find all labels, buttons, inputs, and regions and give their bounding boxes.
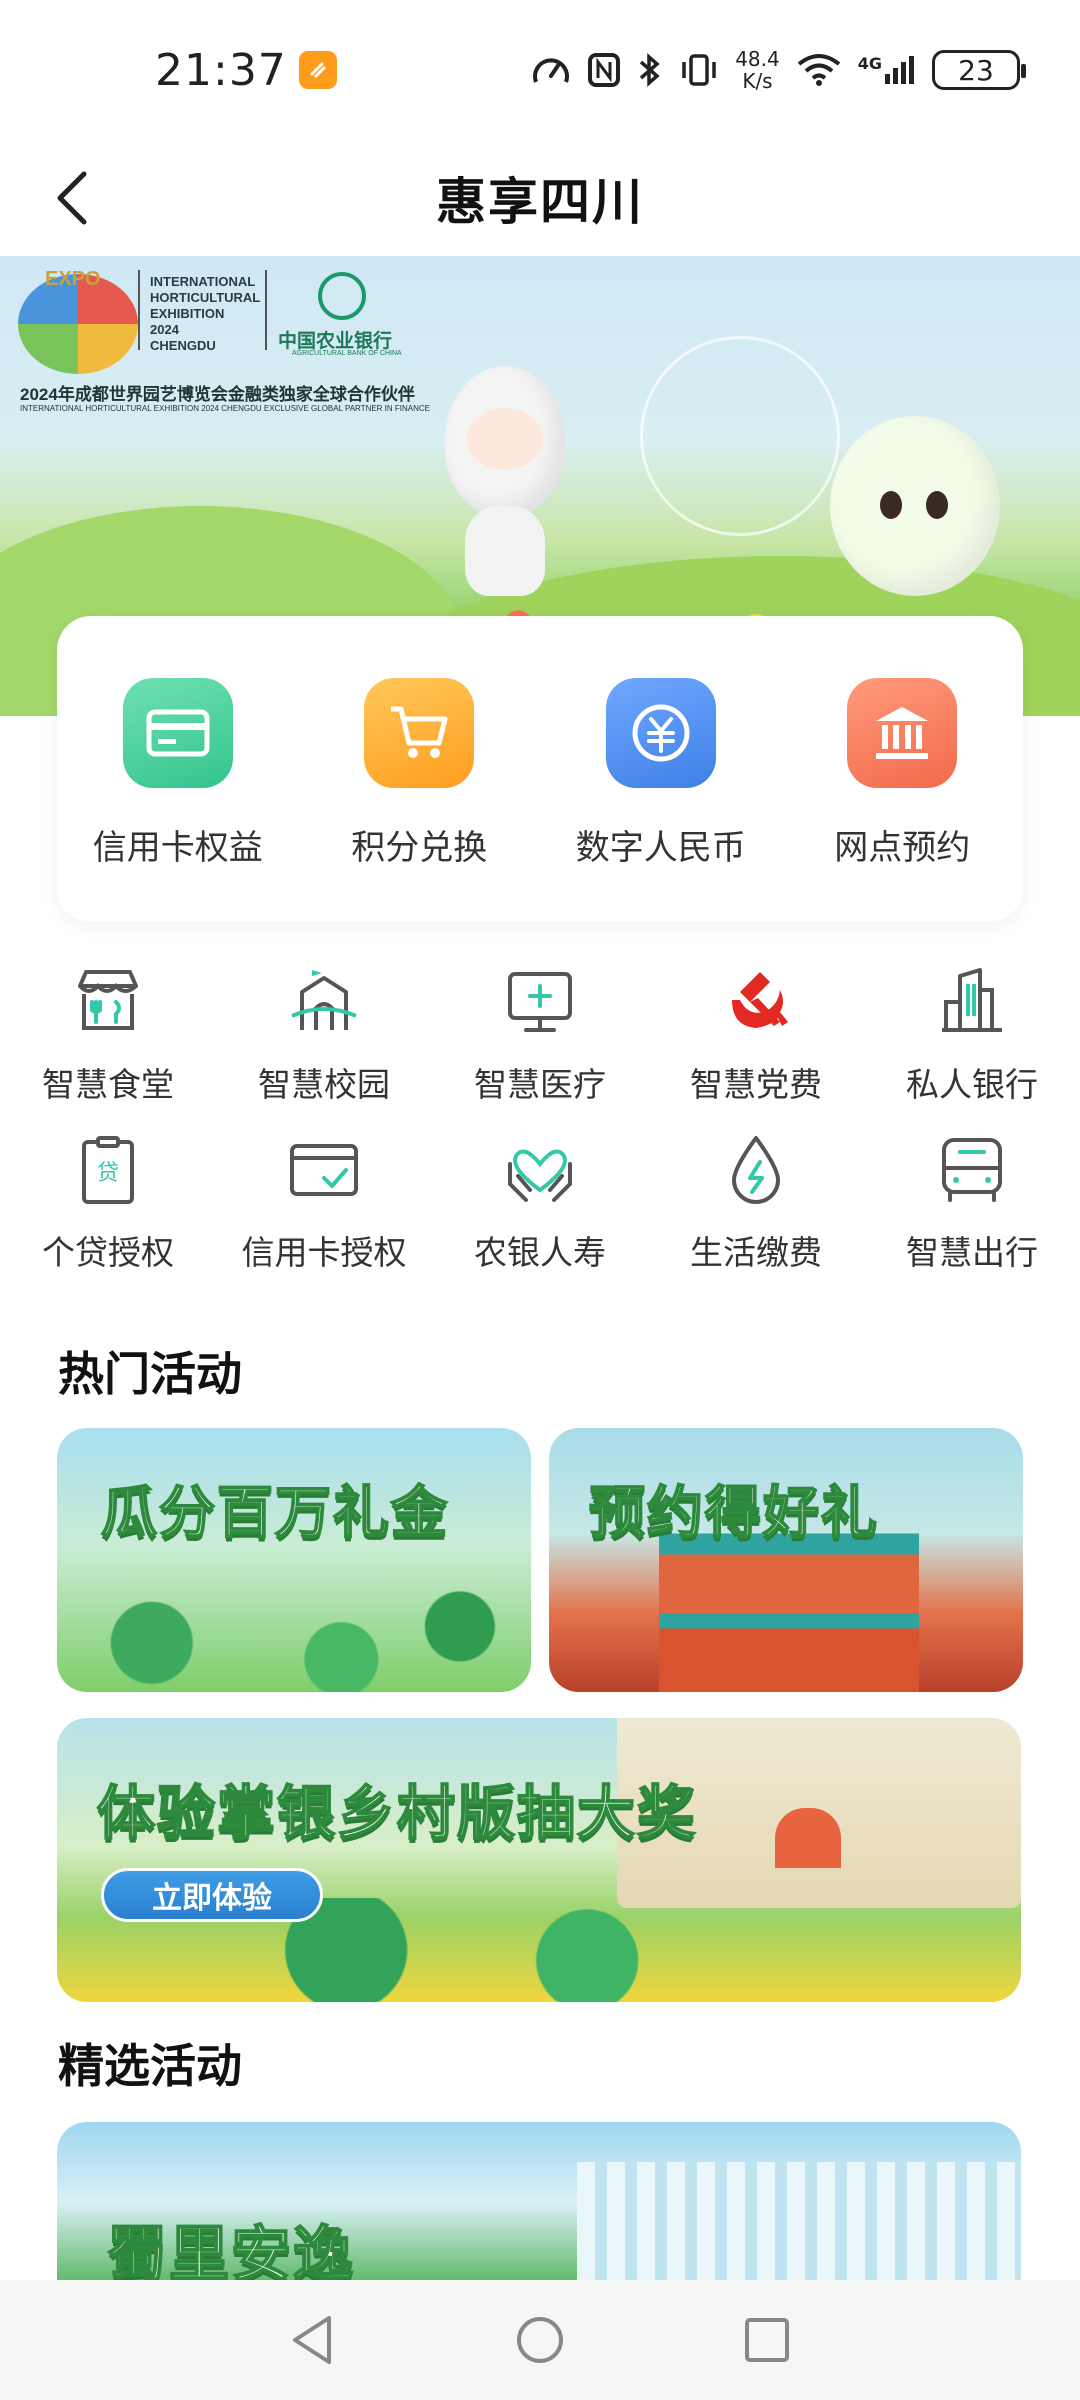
system-back-button[interactable] (283, 2310, 343, 2370)
activity-title: 预约得好礼 (588, 1480, 879, 1547)
battery-level: 23 (958, 53, 994, 87)
service-abc-life[interactable]: 农银人寿 (432, 1132, 648, 1300)
service-utility-payment[interactable]: 生活缴费 (648, 1132, 864, 1300)
featured-activities-title: 精选活动 (58, 2039, 242, 2093)
service-credit-card-auth[interactable]: 信用卡授权 (216, 1132, 432, 1300)
network-speed-unit: K/s (742, 69, 773, 93)
service-grid-row: 智慧食堂 智慧校园 智慧医疗 智慧党费 私人银行 (0, 964, 1080, 1132)
bank-name-en: AGRICULTURAL BANK OF CHINA (292, 350, 402, 357)
service-grid: 智慧食堂 智慧校园 智慧医疗 智慧党费 私人银行 贷 个贷授权 信用卡授权 农银… (0, 964, 1080, 1300)
service-label: 智慧医疗 (474, 1065, 606, 1104)
loan-document-icon: 贷 (70, 1132, 146, 1208)
system-navigation-bar (0, 2280, 1080, 2400)
status-bar: 21:37 48.4 K/s 4G 23 (0, 0, 1080, 140)
service-smart-travel[interactable]: 智慧出行 (864, 1132, 1080, 1300)
hot-activities-title: 热门活动 (58, 1347, 242, 1401)
divider (138, 270, 140, 350)
service-label: 生活缴费 (690, 1233, 822, 1272)
triangle-back-icon (293, 2316, 332, 2364)
activity-card-rural-lottery[interactable]: 体验掌银乡村版抽大奖 立即体验 (57, 1718, 1021, 2002)
quick-action-label: 数字人民币 (575, 828, 746, 868)
party-emblem-icon (718, 964, 794, 1040)
nfc-icon (588, 53, 621, 87)
service-label: 信用卡授权 (241, 1233, 407, 1272)
square-recents-icon (744, 2318, 789, 2362)
back-button[interactable] (40, 166, 104, 230)
cellular-signal: 4G (858, 54, 916, 86)
loan-badge-glyph: 贷 (97, 1161, 119, 1186)
circle-home-icon (516, 2317, 563, 2363)
medical-icon (502, 964, 578, 1040)
wifi-icon (797, 54, 840, 86)
digital-rmb-icon (605, 678, 716, 788)
service-label: 农银人寿 (474, 1233, 606, 1272)
service-smart-campus[interactable]: 智慧校园 (216, 964, 432, 1132)
expo-name: INTERNATIONAL HORTICULTURAL EXHIBITION 2… (150, 274, 261, 353)
campus-icon (286, 964, 362, 1040)
quick-action-label: 信用卡权益 (92, 828, 263, 868)
bank-name: 中国农业银行 (278, 331, 393, 352)
abc-bank-logo (318, 272, 366, 320)
credit-card-icon (122, 678, 233, 788)
card-auth-icon (286, 1132, 362, 1208)
nav-bar: 惠享四川 (0, 140, 1080, 256)
bank-building-icon (847, 678, 958, 788)
chevron-left-icon (57, 171, 87, 225)
quick-action-label: 网点预约 (834, 828, 971, 868)
service-private-bank[interactable]: 私人银行 (864, 964, 1080, 1132)
quick-actions-card: 信用卡权益 积分兑换 数字人民币 网点预约 (57, 616, 1023, 922)
partner-text: 2024年成都世界园艺博览会金融类独家全球合作伙伴 (20, 385, 415, 404)
heart-hands-icon (502, 1132, 578, 1208)
service-label: 私人银行 (906, 1065, 1038, 1104)
activity-title: 瓜分百万礼金 (100, 1480, 449, 1547)
status-time: 21:37 (155, 44, 287, 96)
service-grid-row: 贷 个贷授权 信用卡授权 农银人寿 生活缴费 智慧出行 (0, 1132, 1080, 1300)
canteen-icon (70, 964, 146, 1040)
activity-title: 体验掌银乡村版抽大奖 (96, 1778, 698, 1848)
service-smart-party-fee[interactable]: 智慧党费 (648, 964, 864, 1132)
palace-door-illustration (775, 1808, 841, 1868)
network-speed: 48.4 K/s (735, 48, 780, 92)
quick-action-label: 积分兑换 (351, 828, 488, 868)
page-title: 惠享四川 (436, 173, 644, 231)
network-type: 4G (857, 54, 882, 73)
activity-card-booking-gift[interactable]: 预约得好礼 (549, 1428, 1023, 1692)
service-label: 智慧出行 (906, 1233, 1038, 1272)
network-speed-value: 48.4 (735, 47, 780, 71)
expo-label: EXPO (45, 268, 101, 290)
private-bank-icon (934, 964, 1010, 1040)
app-notification-icon (298, 51, 337, 89)
ferris-wheel-illustration (640, 336, 840, 536)
service-smart-medical[interactable]: 智慧医疗 (432, 964, 648, 1132)
signal-bars-icon (885, 56, 914, 84)
mascot-illustration (830, 416, 1000, 596)
speedometer-icon (533, 58, 570, 83)
quick-action-branch-booking[interactable]: 网点预约 (792, 678, 1012, 869)
activity-leaves-illustration (57, 1528, 531, 1692)
try-now-button[interactable]: 立即体验 (101, 1868, 323, 1922)
bluetooth-icon (640, 53, 660, 87)
divider (265, 270, 267, 350)
bus-icon (934, 1132, 1010, 1208)
vibrate-icon (682, 54, 716, 86)
quick-action-digital-rmb[interactable]: 数字人民币 (551, 678, 771, 869)
utility-drop-icon (718, 1132, 794, 1208)
status-icons: 48.4 K/s 4G 23 (531, 48, 1026, 92)
shopping-cart-icon (364, 678, 475, 788)
mascot-illustration (445, 366, 565, 596)
quick-action-points-exchange[interactable]: 积分兑换 (309, 678, 529, 869)
system-recents-button[interactable] (737, 2310, 797, 2370)
battery-indicator: 23 (932, 50, 1026, 90)
service-label: 个贷授权 (42, 1233, 174, 1272)
service-label: 智慧食堂 (42, 1065, 174, 1104)
activity-card-cash-gift[interactable]: 瓜分百万礼金 (57, 1428, 531, 1692)
service-label: 智慧党费 (690, 1065, 822, 1104)
partner-text-en: INTERNATIONAL HORTICULTURAL EXHIBITION 2… (20, 404, 431, 413)
service-personal-loan-auth[interactable]: 贷 个贷授权 (0, 1132, 216, 1300)
quick-action-credit-card-benefits[interactable]: 信用卡权益 (68, 678, 288, 869)
service-smart-canteen[interactable]: 智慧食堂 (0, 964, 216, 1132)
service-label: 智慧校园 (258, 1065, 390, 1104)
system-home-button[interactable] (510, 2310, 570, 2370)
